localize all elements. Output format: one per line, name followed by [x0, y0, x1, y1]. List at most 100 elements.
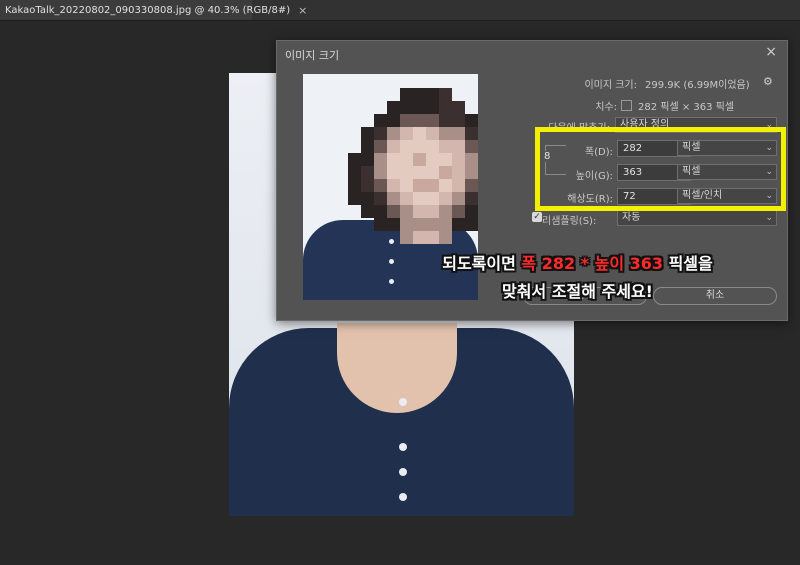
document-tab[interactable]: KakaoTalk_20220802_090330808.jpg @ 40.3%…: [0, 0, 307, 20]
face-mosaic-pixel: [439, 231, 452, 244]
face-mosaic-pixel: [400, 218, 413, 231]
dialog-titlebar[interactable]: 이미지 크기 ×: [277, 41, 787, 65]
resample-checkbox[interactable]: ✓: [532, 212, 542, 222]
preview-button: [389, 239, 394, 244]
face-mosaic-pixel: [439, 153, 452, 166]
height-label: 높이(G):: [575, 171, 613, 182]
face-mosaic-pixel: [387, 205, 400, 218]
face-mosaic-pixel: [439, 127, 452, 140]
width-unit-select[interactable]: 픽셀 ⌄: [677, 140, 777, 156]
face-mosaic-pixel: [361, 205, 374, 218]
fit-to-label: 다음에 맞추기:: [548, 123, 610, 134]
face-mosaic-pixel: [374, 205, 387, 218]
face-mosaic-pixel: [452, 179, 465, 192]
document-tab-bar: KakaoTalk_20220802_090330808.jpg @ 40.3%…: [0, 0, 800, 21]
face-mosaic-pixel: [465, 205, 478, 218]
face-mosaic-pixel: [400, 205, 413, 218]
dimensions-row: 282 픽셀 × 363 픽셀: [621, 98, 734, 113]
face-mosaic-pixel: [413, 114, 426, 127]
face-mosaic-pixel: [452, 101, 465, 114]
resample-select[interactable]: 자동 ⌄: [617, 210, 777, 226]
face-mosaic-pixel: [387, 127, 400, 140]
dimensions-dropdown-icon[interactable]: [621, 100, 632, 111]
chevron-down-icon: ⌄: [765, 120, 773, 130]
face-mosaic-pixel: [413, 153, 426, 166]
width-label: 폭(D):: [584, 147, 613, 158]
face-mosaic-pixel: [465, 218, 478, 231]
face-mosaic-pixel: [413, 218, 426, 231]
face-mosaic-pixel: [387, 114, 400, 127]
face-mosaic-pixel: [348, 192, 361, 205]
fit-to-value: 사용자 정의: [620, 119, 670, 130]
chevron-down-icon: ⌄: [765, 143, 773, 153]
face-mosaic-pixel: [452, 166, 465, 179]
gear-icon[interactable]: ⚙: [763, 75, 773, 88]
face-mosaic-pixel: [452, 114, 465, 127]
face-mosaic-pixel: [426, 205, 439, 218]
face-mosaic-pixel: [439, 218, 452, 231]
face-mosaic-pixel: [426, 166, 439, 179]
caption-highlight-text: 폭 282 * 높이 363: [521, 254, 664, 273]
face-mosaic-pixel: [413, 192, 426, 205]
cardigan-button: [399, 398, 407, 406]
face-mosaic-pixel: [413, 140, 426, 153]
resample-value: 자동: [622, 212, 641, 223]
close-icon[interactable]: ×: [765, 44, 777, 60]
dialog-title: 이미지 크기: [285, 49, 340, 62]
resolution-unit-select[interactable]: 픽셀/인치 ⌄: [677, 188, 777, 204]
face-mosaic-pixel: [400, 153, 413, 166]
face-mosaic-pixel: [439, 114, 452, 127]
resample-label: 리샘플링(S):: [542, 216, 597, 227]
face-mosaic-pixel: [361, 127, 374, 140]
resolution-unit-value: 픽셀/인치: [682, 190, 723, 201]
face-mosaic-pixel: [361, 192, 374, 205]
face-mosaic-pixel: [452, 192, 465, 205]
face-mosaic-pixel: [439, 166, 452, 179]
face-mosaic-pixel: [413, 166, 426, 179]
close-icon[interactable]: ×: [298, 4, 307, 17]
face-mosaic-pixel: [400, 101, 413, 114]
face-mosaic-pixel: [426, 218, 439, 231]
face-mosaic-pixel: [400, 127, 413, 140]
face-mosaic-pixel: [439, 179, 452, 192]
fit-to-select[interactable]: 사용자 정의 ⌄: [615, 117, 777, 133]
face-mosaic-pixel: [452, 205, 465, 218]
face-mosaic-pixel: [400, 88, 413, 101]
cardigan-button: [399, 468, 407, 476]
face-mosaic-pixel: [465, 179, 478, 192]
face-mosaic-pixel: [439, 192, 452, 205]
document-tab-title: KakaoTalk_20220802_090330808.jpg @ 40.3%…: [5, 4, 291, 16]
face-mosaic-pixel: [439, 140, 452, 153]
caption-line-2: 맞춰서 조절해 주세요!: [502, 282, 653, 301]
face-mosaic-pixel: [439, 101, 452, 114]
face-mosaic-pixel: [348, 153, 361, 166]
face-mosaic-pixel: [348, 179, 361, 192]
height-unit-value: 픽셀: [682, 166, 701, 177]
face-mosaic-pixel: [387, 218, 400, 231]
face-mosaic-pixel: [361, 166, 374, 179]
face-mosaic-pixel: [413, 205, 426, 218]
face-mosaic-pixel: [465, 140, 478, 153]
face-mosaic-pixel: [387, 179, 400, 192]
face-mosaic-pixel: [426, 231, 439, 244]
face-mosaic-pixel: [465, 127, 478, 140]
face-mosaic-pixel: [374, 192, 387, 205]
cardigan-button: [399, 443, 407, 451]
face-mosaic-pixel: [374, 218, 387, 231]
face-mosaic-pixel: [387, 140, 400, 153]
dimensions-value: 282 픽셀 × 363 픽셀: [638, 102, 735, 113]
face-mosaic-pixel: [413, 101, 426, 114]
face-mosaic-pixel: [452, 218, 465, 231]
face-mosaic-pixel: [426, 114, 439, 127]
face-mosaic-pixel: [348, 166, 361, 179]
height-unit-select[interactable]: 픽셀 ⌄: [677, 164, 777, 180]
chevron-down-icon: ⌄: [765, 167, 773, 177]
face-mosaic-pixel: [413, 179, 426, 192]
image-size-value: 299.9K (6.99M이었음): [645, 80, 750, 91]
face-mosaic-pixel: [465, 153, 478, 166]
face-mosaic-pixel: [426, 140, 439, 153]
face-mosaic-pixel: [400, 192, 413, 205]
face-mosaic-pixel: [465, 114, 478, 127]
face-mosaic-pixel: [465, 192, 478, 205]
face-mosaic-pixel: [426, 88, 439, 101]
